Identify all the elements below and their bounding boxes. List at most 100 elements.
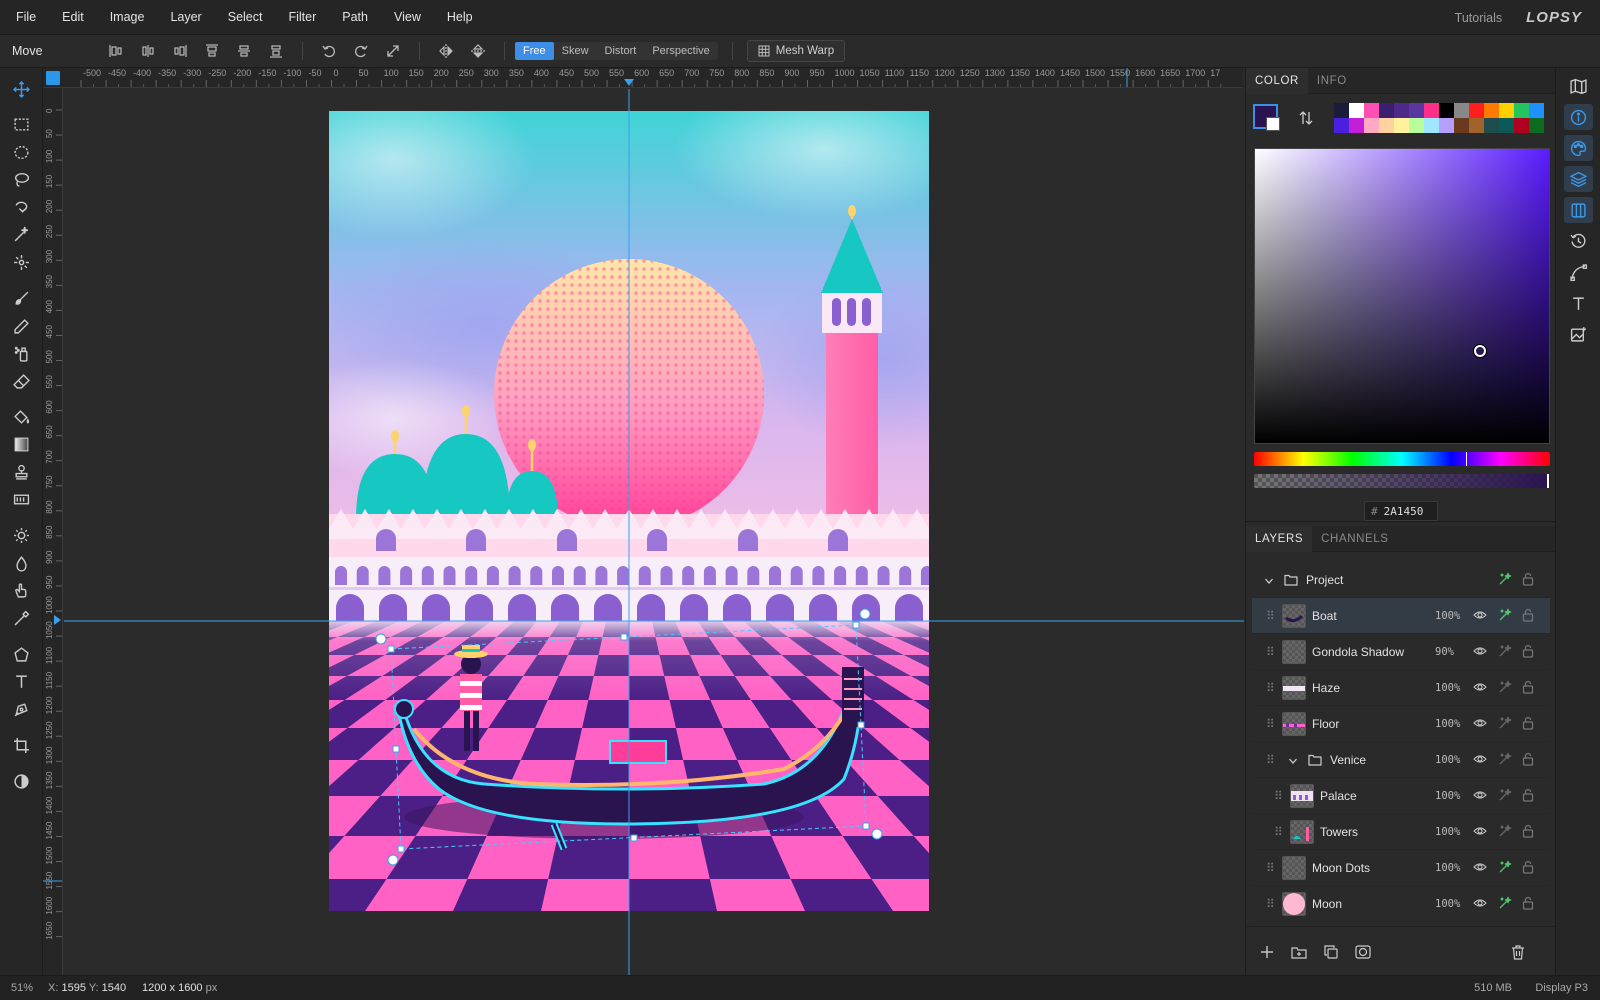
palette-swatch[interactable] [1364,118,1379,133]
palette-swatch[interactable] [1349,118,1364,133]
layer-row[interactable]: ⠿ Venice 100% [1252,742,1550,778]
eye-icon[interactable] [1473,716,1487,733]
eye-icon[interactable] [1473,860,1487,877]
palette-swatch[interactable] [1409,118,1424,133]
blur-drop-icon[interactable] [8,550,35,576]
canvas-area[interactable] [64,89,1244,975]
crop-icon[interactable] [8,732,35,758]
effects-wand-icon[interactable] [1498,644,1512,661]
layer-opacity[interactable]: 100% [1435,826,1460,838]
adjustment-contrast-icon[interactable] [8,768,35,794]
align-top-icon[interactable] [196,38,228,64]
palette-swatch[interactable] [1364,103,1379,118]
add-layer-icon[interactable] [1256,941,1278,963]
flip-vertical-icon[interactable] [462,38,494,64]
palette-swatch[interactable] [1454,118,1469,133]
chevron-down-icon[interactable] [1288,755,1298,769]
palette-swatch[interactable] [1334,103,1349,118]
drag-handle-icon[interactable]: ⠿ [1274,789,1283,803]
lock-icon[interactable] [1522,572,1534,589]
guide-marker[interactable] [54,615,61,625]
layer-row[interactable]: ⠿ Haze 100% [1252,670,1550,706]
smudge-hand-icon[interactable] [8,577,35,603]
eyedropper-icon[interactable] [8,605,35,631]
edge-handle[interactable] [392,745,400,753]
brush-icon[interactable] [8,285,35,311]
palette-swatch[interactable] [1379,103,1394,118]
ruler-horizontal[interactable]: -500 -450 -400 -350 -300 -250 -200 -150 -100 -50 0… [43,68,1243,88]
ruler-origin-toggle[interactable] [46,71,60,85]
align-middle-v-icon[interactable] [228,38,260,64]
background-color-swatch[interactable] [1266,117,1280,131]
swap-colors-icon[interactable] [1299,110,1313,129]
pencil-icon[interactable] [8,313,35,339]
palette-swatch[interactable] [1394,103,1409,118]
palette-swatch[interactable] [1379,118,1394,133]
palette-swatch[interactable] [1499,118,1514,133]
mesh-warp-button[interactable]: Mesh Warp [746,40,846,62]
effects-wand-icon[interactable] [1498,896,1512,913]
duplicate-layer-icon[interactable] [1320,941,1342,963]
align-center-h-icon[interactable] [132,38,164,64]
layer-row[interactable]: ⠿ Boat 100% [1252,598,1550,634]
lock-icon[interactable] [1522,644,1534,661]
palette-swatch[interactable] [1529,118,1544,133]
move-tool-icon[interactable] [8,76,35,102]
layer-mask-icon[interactable] [1352,941,1374,963]
corner-handle[interactable] [387,645,395,653]
tab-layers[interactable]: LAYERS [1246,525,1313,552]
history-icon[interactable] [1564,228,1593,254]
new-group-icon[interactable] [1288,941,1310,963]
palette-swatch[interactable] [1349,103,1364,118]
menu-item[interactable]: Filter [288,10,316,24]
lock-icon[interactable] [1522,752,1534,769]
menu-item[interactable]: Help [447,10,473,24]
drag-handle-icon[interactable]: ⠿ [1266,609,1275,623]
drag-handle-icon[interactable]: ⠿ [1266,717,1275,731]
drag-handle-icon[interactable]: ⠿ [1266,897,1275,911]
palette-swatch[interactable] [1514,118,1529,133]
drag-handle-icon[interactable]: ⠿ [1266,645,1275,659]
corner-handle[interactable] [862,822,870,830]
eye-icon[interactable] [1473,896,1487,913]
palette-swatch[interactable] [1424,103,1439,118]
palette-swatch[interactable] [1484,103,1499,118]
hue-slider-handle[interactable] [1465,451,1469,467]
pattern-stamp-icon[interactable] [8,486,35,512]
layer-row[interactable]: ⠿ Moon 100% [1252,886,1550,922]
rotate-handle[interactable] [859,608,871,620]
corner-handle[interactable] [397,845,405,853]
pen-path-icon[interactable] [8,696,35,722]
menu-item[interactable]: Path [342,10,368,24]
align-left-icon[interactable] [100,38,132,64]
spray-icon[interactable] [8,340,35,366]
gradient-icon[interactable] [8,431,35,457]
magic-wand-icon[interactable] [8,221,35,247]
lasso-icon[interactable] [8,166,35,192]
alpha-slider[interactable] [1254,474,1550,488]
layer-row[interactable]: ⠿ Towers 100% [1252,814,1550,850]
rotate-cw-icon[interactable] [345,38,377,64]
character-text-icon[interactable] [1564,290,1593,316]
menu-item[interactable]: View [394,10,421,24]
palette-swatch[interactable] [1394,118,1409,133]
eye-icon[interactable] [1473,680,1487,697]
eye-icon[interactable] [1473,824,1487,841]
marquee-rect-icon[interactable] [8,111,35,137]
drag-handle-icon[interactable]: ⠿ [1266,861,1275,875]
lock-icon[interactable] [1522,608,1534,625]
lock-icon[interactable] [1522,860,1534,877]
layer-opacity[interactable]: 100% [1435,862,1460,874]
effects-wand-icon[interactable] [1498,860,1512,877]
stamp-icon[interactable] [8,459,35,485]
lock-icon[interactable] [1522,788,1534,805]
menu-item[interactable]: Edit [62,10,84,24]
layer-row[interactable]: ⠿ Palace 100% [1252,778,1550,814]
palette-swatch[interactable] [1454,103,1469,118]
palette-swatch[interactable] [1529,103,1544,118]
palette-swatch[interactable] [1514,103,1529,118]
layer-opacity[interactable]: 100% [1435,790,1460,802]
palette-icon[interactable] [1564,135,1593,161]
eraser-icon[interactable] [8,368,35,394]
lock-icon[interactable] [1522,716,1534,733]
